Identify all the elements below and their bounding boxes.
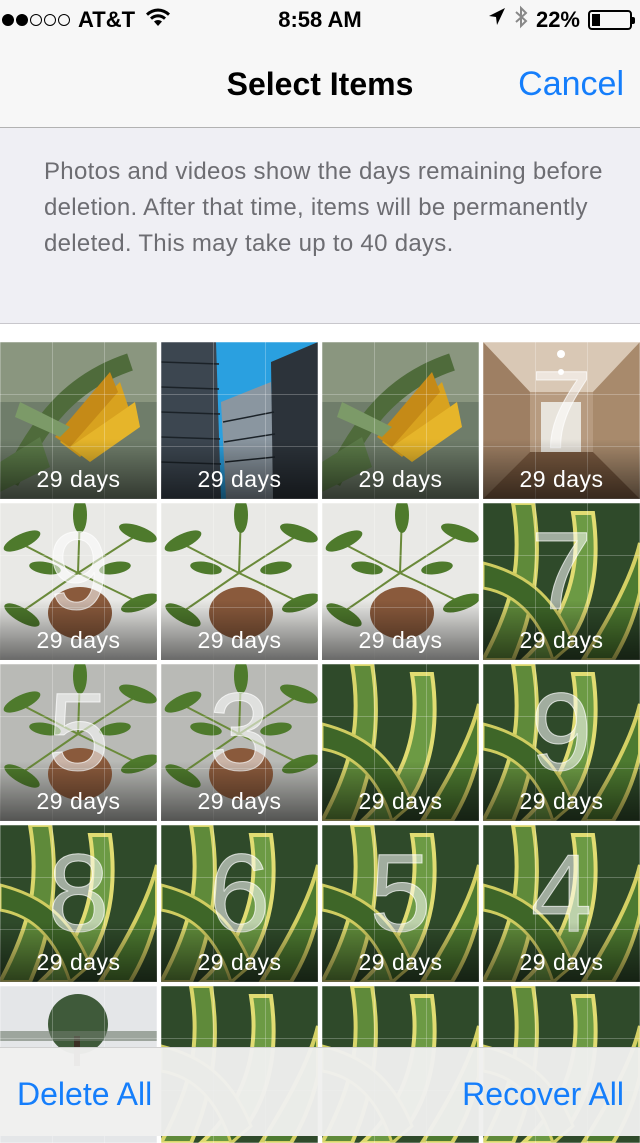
cancel-button[interactable]: Cancel <box>518 65 624 104</box>
days-remaining-label: 29 days <box>36 466 121 492</box>
status-bar: AT&T 8:58 AM 22% <box>0 0 640 40</box>
photo-tile[interactable]: 9 29 days <box>0 503 157 660</box>
bottom-toolbar: Delete All Recover All <box>0 1047 640 1136</box>
photo-tile[interactable]: 3 29 days <box>161 664 318 821</box>
photo-tile[interactable]: 7 29 days <box>483 342 640 499</box>
days-remaining-label: 29 days <box>36 788 121 814</box>
photo-tile[interactable]: 4 29 days <box>483 825 640 982</box>
photo-tile[interactable]: 29 days <box>0 342 157 499</box>
bluetooth-icon <box>514 5 528 35</box>
nav-bar: Select Items Cancel <box>0 40 640 128</box>
days-remaining-label: 29 days <box>36 949 121 975</box>
photo-tile[interactable]: 5 29 days <box>322 825 479 982</box>
days-remaining-label: 29 days <box>519 627 604 653</box>
info-text: Photos and videos show the days remainin… <box>44 158 603 257</box>
days-remaining-label: 29 days <box>197 466 282 492</box>
battery-fill <box>592 14 600 26</box>
photo-grid: 29 days 29 days 29 days 7 29 days 9 29 d… <box>0 342 640 1143</box>
days-remaining-label: 29 days <box>36 627 121 653</box>
photo-tile[interactable]: 29 days <box>322 664 479 821</box>
days-remaining-label: 29 days <box>358 949 443 975</box>
recover-all-button[interactable]: Recover All <box>462 1076 624 1113</box>
days-remaining-label: 29 days <box>519 466 604 492</box>
days-remaining-label: 29 days <box>519 788 604 814</box>
battery-icon <box>588 10 635 30</box>
photo-tile[interactable]: 29 days <box>161 342 318 499</box>
photo-tile[interactable]: 5 29 days <box>0 664 157 821</box>
days-remaining-label: 29 days <box>358 788 443 814</box>
days-remaining-label: 29 days <box>197 788 282 814</box>
days-remaining-label: 29 days <box>358 466 443 492</box>
photo-tile[interactable]: 29 days <box>322 503 479 660</box>
delete-all-button[interactable]: Delete All <box>17 1076 152 1113</box>
days-remaining-label: 29 days <box>519 949 604 975</box>
info-banner: Photos and videos show the days remainin… <box>0 128 640 324</box>
photo-tile[interactable]: 7 29 days <box>483 503 640 660</box>
photo-tile[interactable]: 9 29 days <box>483 664 640 821</box>
status-right: 22% <box>488 5 635 35</box>
photo-tile[interactable]: 29 days <box>161 503 318 660</box>
days-remaining-label: 29 days <box>358 627 443 653</box>
battery-percent: 22% <box>535 7 580 32</box>
photo-tile[interactable]: 29 days <box>322 342 479 499</box>
days-remaining-label: 29 days <box>197 627 282 653</box>
photo-tile[interactable]: 6 29 days <box>161 825 318 982</box>
days-remaining-label: 29 days <box>197 949 282 975</box>
photo-tile[interactable]: 8 29 days <box>0 825 157 982</box>
location-arrow-icon <box>488 7 506 33</box>
